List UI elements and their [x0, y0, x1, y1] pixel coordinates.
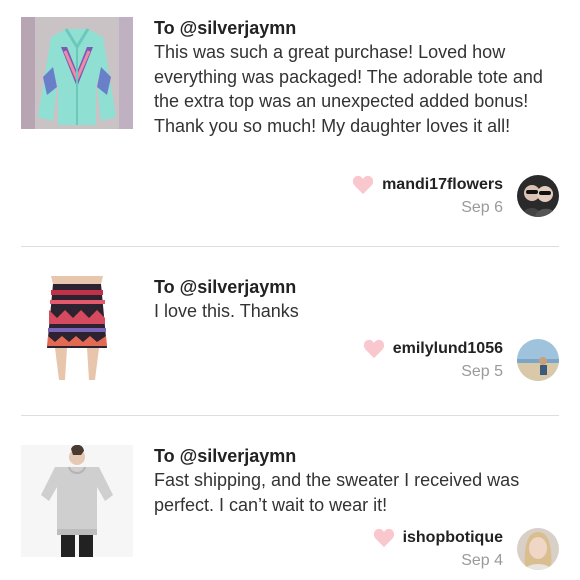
review-message: I love this. Thanks [154, 301, 299, 321]
review-message: This was such a great purchase! Loved ho… [154, 42, 543, 136]
user-avatar-photo-icon [517, 175, 559, 217]
listing-thumbnail[interactable] [21, 445, 133, 557]
avatar[interactable] [517, 528, 559, 570]
listing-thumbnail[interactable] [21, 17, 133, 129]
user-avatar-photo-icon [517, 339, 559, 381]
heart-icon[interactable] [363, 339, 385, 359]
divider [21, 415, 559, 416]
reviewer-row: ishopbotique [373, 528, 503, 548]
reviewer-username[interactable]: ishopbotique [403, 529, 503, 547]
divider [21, 246, 559, 247]
review-date: Sep 5 [461, 363, 503, 380]
avatar[interactable] [517, 339, 559, 381]
reviewer-username[interactable]: mandi17flowers [382, 176, 503, 194]
avatar[interactable] [517, 175, 559, 217]
review-message: Fast shipping, and the sweater I receive… [154, 470, 520, 515]
review-feed: To @silverjaymn This was such a great pu… [0, 0, 580, 580]
recipient-line: To @silverjaymn [154, 18, 297, 38]
recipient-line: To @silverjaymn [154, 446, 297, 466]
user-avatar-photo-icon [517, 528, 559, 570]
reviewer-username[interactable]: emilylund1056 [393, 340, 503, 358]
tribal-skirt-photo-icon [21, 276, 133, 388]
grey-sweater-photo-icon [21, 445, 133, 557]
listing-thumbnail[interactable] [21, 276, 133, 388]
heart-icon[interactable] [352, 175, 374, 195]
reviewer-row: emilylund1056 [363, 339, 503, 359]
mint-jacket-photo-icon [21, 17, 133, 129]
heart-icon[interactable] [373, 528, 395, 548]
review-date: Sep 4 [461, 552, 503, 569]
recipient-line: To @silverjaymn [154, 277, 297, 297]
reviewer-row: mandi17flowers [352, 175, 503, 195]
review-date: Sep 6 [461, 199, 503, 216]
